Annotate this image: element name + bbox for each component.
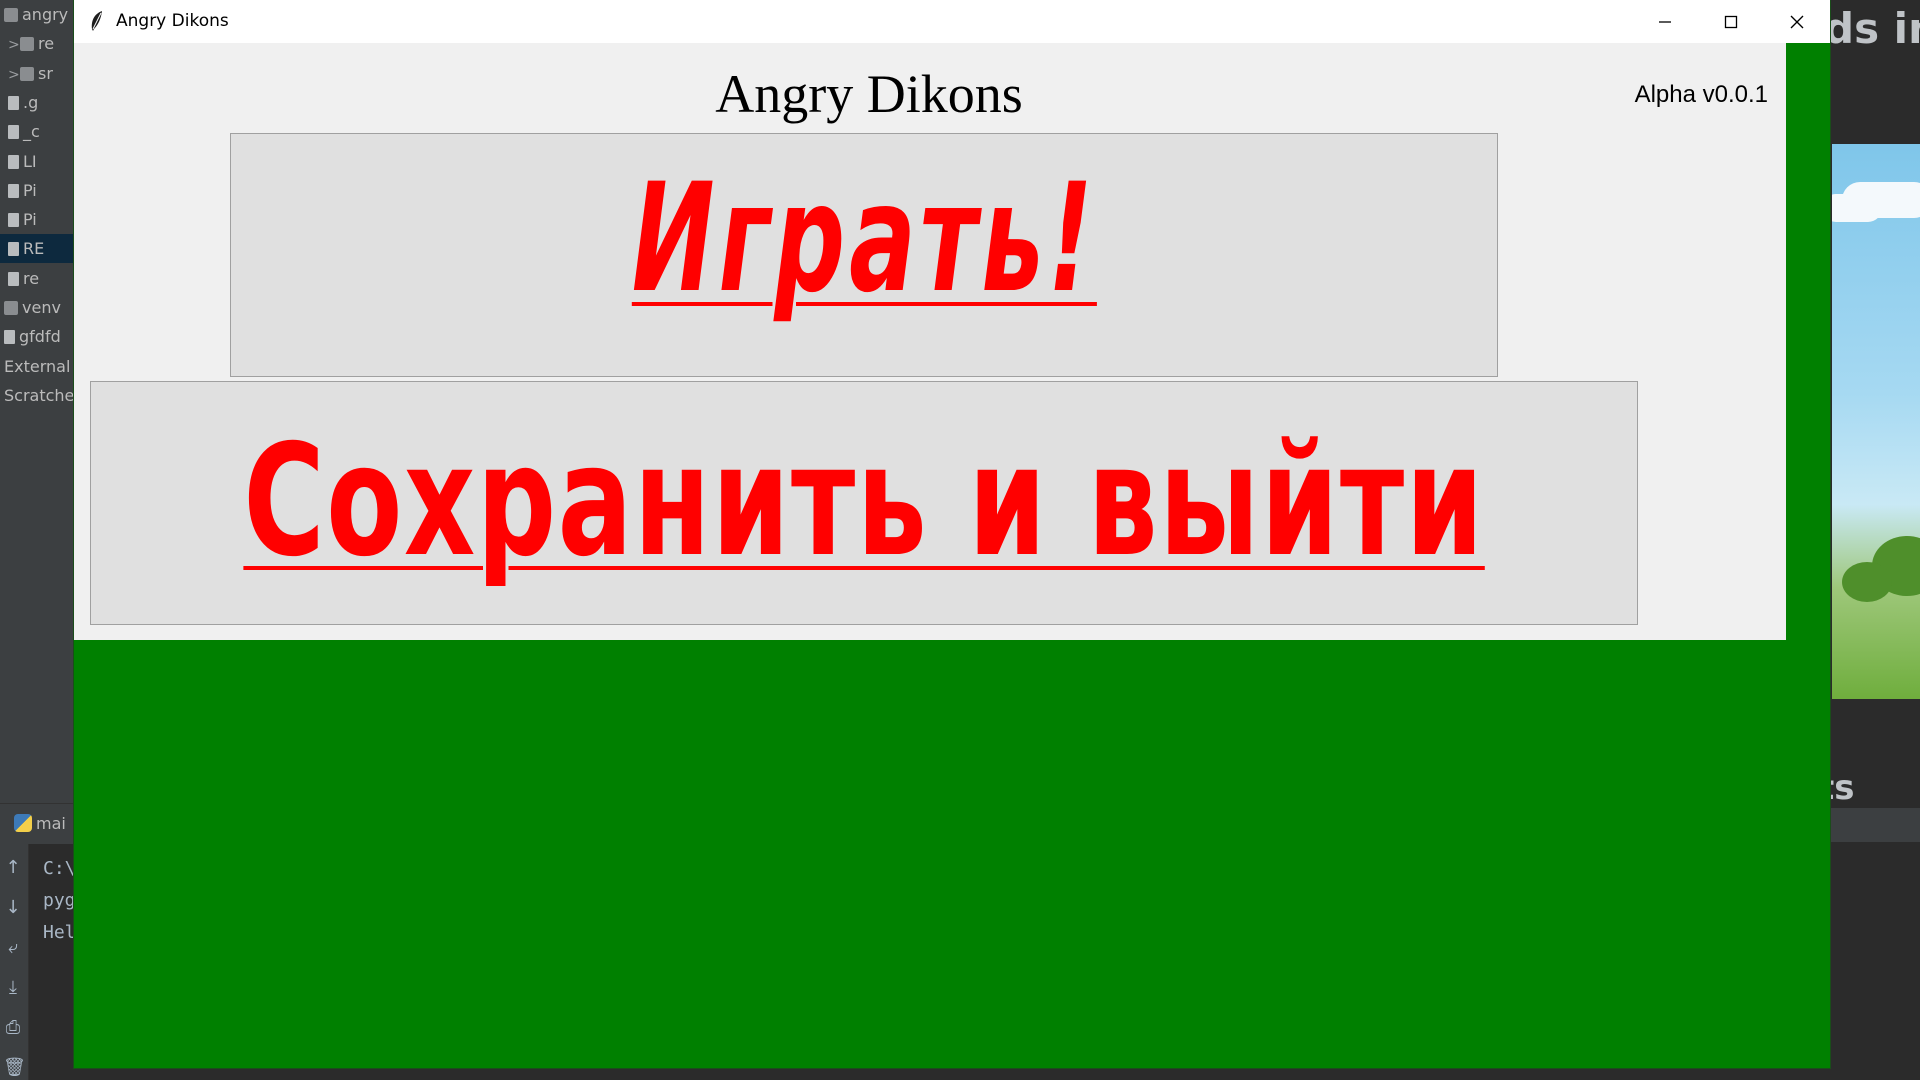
project-tree-item[interactable]: Scratches — [0, 381, 78, 410]
cloud-shape — [1832, 194, 1882, 222]
feather-icon — [91, 11, 102, 31]
console-line: C:\ — [43, 858, 73, 879]
project-tree-item[interactable]: venv — [0, 293, 78, 322]
maximize-icon — [1724, 15, 1738, 28]
project-tree-label: re — [23, 268, 40, 288]
background-heading: ds in — [1830, 4, 1920, 53]
folder-icon — [4, 301, 18, 315]
ide-project-panel: angry > re > sr .g _c LI Pi Pi RE re venv gfdfd Extern… — [0, 0, 82, 803]
console-line: Hel — [43, 922, 73, 943]
maximize-button[interactable] — [1698, 0, 1764, 43]
console-output: C:\ pyg Hel — [29, 844, 74, 1080]
folder-icon — [20, 66, 34, 81]
window-title: Angry Dikons — [116, 11, 229, 31]
project-tree-item[interactable]: _c — [0, 117, 82, 146]
project-tree-label: Pi — [23, 210, 37, 230]
background-subheading: ts — [1830, 768, 1855, 808]
console-toolbar: ↑ ↓ ⤶ ⤓ ⎙ 🗑 — [0, 844, 29, 1080]
file-icon — [8, 154, 19, 169]
python-icon — [14, 814, 32, 832]
project-tree-label: .g — [23, 92, 39, 112]
play-button-label: Играть! — [631, 152, 1097, 326]
version-label: Alpha v0.0.1 — [1634, 81, 1768, 108]
arrow-up-icon[interactable]: ↑ — [3, 858, 23, 878]
file-icon — [8, 271, 19, 286]
print-icon[interactable]: ⎙ — [3, 1018, 23, 1038]
minimize-button[interactable] — [1632, 0, 1698, 43]
game-artwork-image — [1832, 144, 1920, 699]
project-tree-label: Scratches — [4, 385, 78, 405]
project-tree-label: venv — [22, 298, 61, 317]
main-menu-frame: Angry Dikons Alpha v0.0.1 Играть! Сохран… — [74, 43, 1786, 640]
project-tree-item[interactable]: .g — [0, 88, 82, 117]
project-tree-item[interactable]: LI — [0, 147, 82, 176]
console-line: pyg — [43, 890, 73, 911]
project-tree-item[interactable]: Pi — [0, 176, 82, 205]
trash-icon[interactable]: 🗑 — [3, 1058, 26, 1078]
background-browser-page: ds in ts — [1830, 0, 1920, 1080]
project-tree-item[interactable]: External — [0, 352, 78, 381]
title-bar[interactable]: Angry Dikons — [74, 0, 1830, 43]
scroll-to-end-icon[interactable]: ⤓ — [3, 978, 23, 998]
run-tab-label: mai — [36, 814, 66, 833]
project-tree-item[interactable]: > re — [0, 29, 82, 58]
project-tree-label: sr — [38, 63, 53, 83]
file-icon — [8, 125, 19, 140]
chevron-right-icon[interactable]: > — [8, 31, 20, 58]
file-icon — [4, 330, 15, 345]
app-window: Angry Dikons Angry Dikons Alpha v0.0.1 И… — [74, 0, 1830, 1068]
project-tree-label: External — [4, 356, 71, 376]
soft-wrap-icon[interactable]: ⤶ — [3, 938, 23, 958]
minimize-icon — [1659, 20, 1671, 23]
close-button[interactable] — [1764, 0, 1830, 43]
project-tree-item[interactable]: > sr — [0, 59, 82, 88]
game-title: Angry Dikons — [715, 64, 1023, 124]
project-tree-item[interactable]: angry — [0, 0, 78, 29]
file-icon — [8, 95, 19, 110]
project-tree-label: Pi — [23, 180, 37, 200]
file-icon — [8, 213, 19, 228]
chevron-right-icon[interactable]: > — [8, 61, 20, 88]
save-and-exit-button[interactable]: Сохранить и выйти — [90, 381, 1638, 625]
save-and-exit-button-label: Сохранить и выйти — [243, 412, 1485, 591]
project-tree-label: RE — [23, 239, 45, 259]
project-tree-item[interactable]: re — [0, 264, 82, 293]
project-tree-item[interactable]: Pi — [0, 205, 82, 234]
project-tree-item[interactable]: gfdfd — [0, 322, 78, 351]
arrow-down-icon[interactable]: ↓ — [3, 898, 23, 918]
file-icon — [8, 242, 19, 257]
file-icon — [8, 183, 19, 198]
background-bar — [1830, 808, 1920, 842]
project-tree-label: re — [38, 34, 55, 54]
project-tree-label: _c — [23, 122, 40, 142]
close-icon — [1790, 15, 1804, 28]
play-button[interactable]: Играть! — [230, 133, 1498, 377]
folder-icon — [20, 37, 34, 52]
ide-run-tab[interactable]: mai — [0, 803, 74, 844]
bush-shape — [1842, 562, 1892, 602]
project-tree-label: angry — [22, 5, 69, 24]
folder-icon — [4, 8, 18, 22]
project-tree-label: gfdfd — [19, 327, 61, 347]
project-tree-item[interactable]: RE — [0, 234, 82, 264]
project-tree-label: LI — [23, 151, 37, 171]
